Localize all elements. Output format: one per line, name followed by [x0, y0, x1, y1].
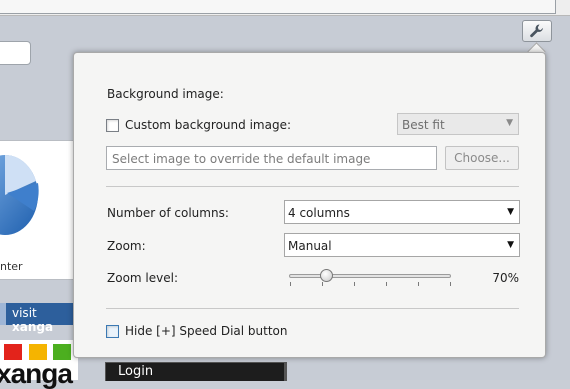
columns-dropdown[interactable]: 4 columns ▼ [284, 200, 520, 224]
speed-dial-settings-button[interactable] [522, 20, 552, 42]
background-image-heading: Background image: [107, 87, 224, 101]
login-thumbnail[interactable]: Login [105, 362, 287, 381]
slider-tick [322, 282, 323, 286]
top-toolbar-strip [0, 0, 570, 16]
toolbar-edge [0, 0, 556, 14]
xanga-link-text: visit xanga [12, 306, 75, 334]
xanga-logo: xanga [0, 340, 78, 388]
chevron-down-icon: ▼ [507, 207, 514, 217]
slider-tick [290, 282, 291, 286]
zoom-level-slider-thumb[interactable] [319, 269, 333, 282]
background-fit-select[interactable]: Best fit ▼ [397, 113, 519, 135]
zoom-level-label: Zoom level: [107, 271, 178, 285]
custom-background-label: Custom background image: [125, 118, 291, 132]
zoom-value: Manual [288, 239, 332, 253]
xanga-logo-word: xanga [0, 358, 73, 389]
hide-speed-dial-label: Hide [+] Speed Dial button [125, 324, 288, 338]
background-image-placeholder: Select image to override the default ima… [112, 152, 371, 166]
chevron-down-icon: ▼ [507, 240, 514, 250]
address-field-edge[interactable] [0, 41, 31, 65]
speed-dial-thumbnail[interactable]: nter [0, 140, 76, 280]
xanga-link-bar[interactable]: visit xanga [0, 303, 75, 334]
columns-value: 4 columns [288, 206, 350, 220]
slider-tick [354, 282, 355, 286]
zoom-dropdown[interactable]: Manual ▼ [284, 233, 520, 257]
section-divider [106, 308, 519, 309]
xanga-link-brand: xanga [12, 320, 54, 334]
columns-label: Number of columns: [107, 206, 229, 220]
login-text: Login [118, 364, 154, 379]
zoom-level-slider-track[interactable] [289, 274, 451, 278]
chevron-down-icon: ▼ [506, 118, 513, 128]
section-divider [106, 186, 519, 187]
background-image-path-field[interactable]: Select image to override the default ima… [106, 146, 437, 170]
wrench-icon [530, 24, 543, 38]
pie-chart-icon [0, 154, 39, 235]
thumbnail-caption: nter [0, 260, 23, 273]
custom-background-checkbox[interactable] [106, 119, 119, 132]
slider-tick [450, 282, 451, 286]
hide-speed-dial-checkbox[interactable] [106, 325, 119, 338]
slider-tick [386, 282, 387, 286]
xanga-bar-tab [0, 303, 6, 325]
zoom-level-value: 70% [492, 271, 519, 285]
choose-image-button[interactable]: Choose... [445, 146, 519, 170]
slider-tick [418, 282, 419, 286]
background-fit-value: Best fit [402, 118, 445, 132]
zoom-label: Zoom: [107, 239, 146, 253]
speed-dial-settings-popup: Background image: Custom background imag… [73, 52, 546, 358]
xanga-link-prefix: visit [12, 306, 37, 320]
